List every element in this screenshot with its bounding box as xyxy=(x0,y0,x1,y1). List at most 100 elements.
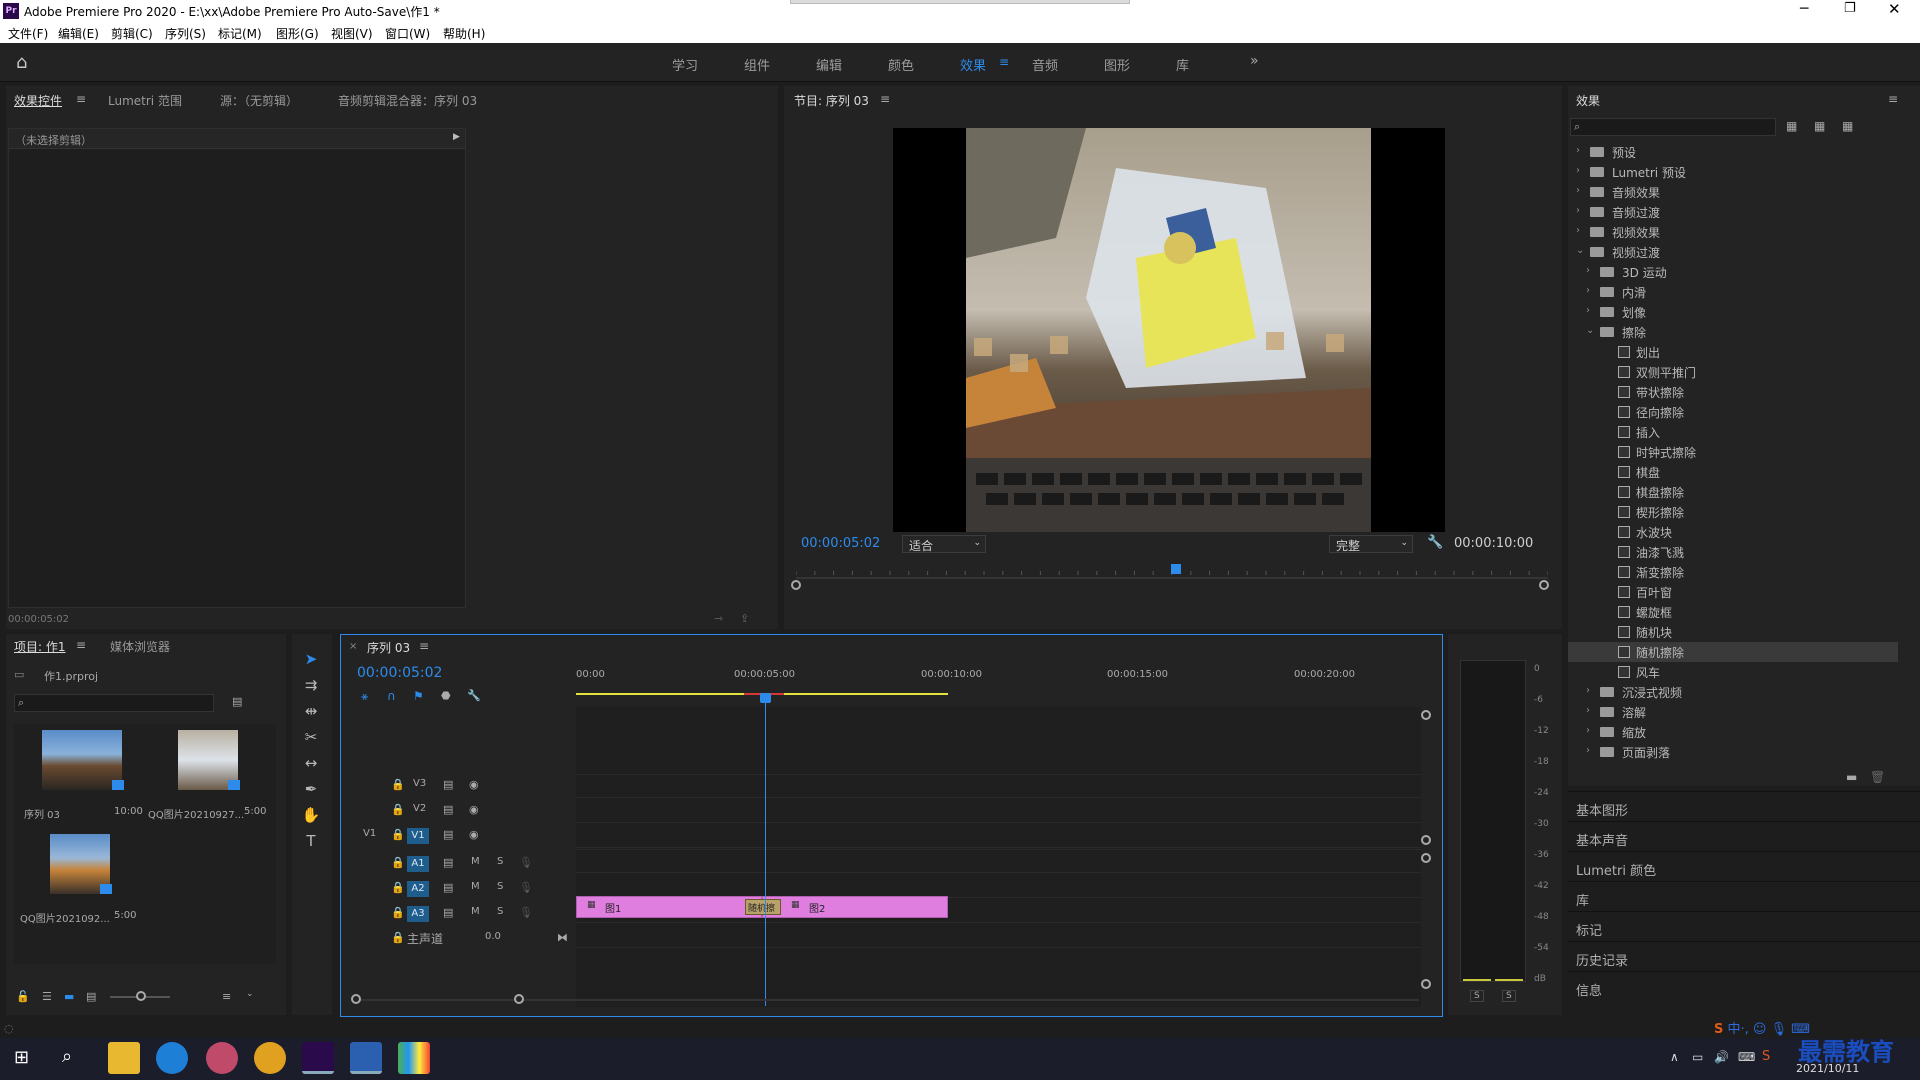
menu-file[interactable]: 文件(F) xyxy=(8,25,48,42)
chevron-right-icon[interactable]: › xyxy=(1586,685,1590,696)
expand-arrow-icon[interactable]: ▶ xyxy=(453,132,460,142)
menu-marker[interactable]: 标记(M) xyxy=(218,25,262,42)
clip-2[interactable]: ▦ 图2 xyxy=(762,896,948,918)
effect-item[interactable]: 径向擦除 xyxy=(1568,402,1898,422)
effect-item[interactable]: 螺旋框 xyxy=(1568,602,1898,622)
tab-lumetri-scopes[interactable]: Lumetri 范围 xyxy=(108,92,182,109)
effect-item[interactable]: 划出 xyxy=(1568,342,1898,362)
chevron-down-icon[interactable]: ⌄ xyxy=(1576,245,1584,256)
chevron-right-icon[interactable]: › xyxy=(1576,205,1580,216)
timeline-menu-icon[interactable]: ≡ xyxy=(419,639,429,653)
lane-v1[interactable] xyxy=(576,824,1421,848)
colorful-app-icon[interactable] xyxy=(398,1042,430,1074)
workspace-audio[interactable]: 音频 xyxy=(1032,55,1058,74)
workspace-graphics[interactable]: 图形 xyxy=(1104,55,1130,74)
go-to-end-icon[interactable]: ⧓ xyxy=(557,931,568,944)
zoom-handle-right[interactable] xyxy=(1539,580,1549,590)
sync-icon[interactable]: ▤ xyxy=(443,856,453,869)
lane-a1[interactable] xyxy=(576,849,1421,873)
close-tab-icon[interactable]: × xyxy=(349,641,357,652)
panel-menu-icon[interactable]: ≡ xyxy=(76,92,86,106)
effects-menu-icon[interactable]: ≡ xyxy=(1888,92,1898,106)
track-target-v1[interactable]: V1 xyxy=(407,828,429,844)
ime-lang-icon[interactable]: 中·, xyxy=(1728,1022,1749,1037)
effect-folder[interactable]: › 页面剥落 xyxy=(1568,742,1898,762)
search-icon[interactable]: ⌕ xyxy=(62,1046,72,1067)
filter-icon[interactable]: ⇾ xyxy=(714,612,723,625)
effect-folder[interactable]: › 溶解 xyxy=(1568,702,1898,722)
solo-button[interactable]: S xyxy=(497,881,503,892)
chevron-right-icon[interactable]: › xyxy=(1586,725,1590,736)
effect-folder[interactable]: › 音频效果 xyxy=(1568,182,1898,202)
lock-icon[interactable]: 🔒 xyxy=(391,906,405,919)
sync-icon[interactable]: ▤ xyxy=(443,828,453,841)
menu-help[interactable]: 帮助(H) xyxy=(443,25,485,42)
snap-icon[interactable]: ∩ xyxy=(387,689,396,703)
source-patch-label[interactable]: V1 xyxy=(363,828,376,839)
chevron-right-icon[interactable]: › xyxy=(1576,185,1580,196)
maximize-icon[interactable]: ❐ xyxy=(1844,1,1856,16)
sync-icon[interactable]: ▤ xyxy=(443,881,453,894)
chevron-right-icon[interactable]: › xyxy=(1586,305,1590,316)
menu-edit[interactable]: 编辑(E) xyxy=(58,25,99,42)
effect-folder[interactable]: › 预设 xyxy=(1568,142,1898,162)
sync-icon[interactable]: ▤ xyxy=(443,778,453,791)
panel-essential-graphics[interactable]: 基本图形 xyxy=(1568,791,1920,821)
lock-icon[interactable]: 🔒 xyxy=(391,881,405,894)
effect-item[interactable]: 双侧平推门 xyxy=(1568,362,1898,382)
panel-essential-sound[interactable]: 基本声音 xyxy=(1568,821,1920,851)
lock-icon[interactable]: 🔒 xyxy=(391,803,405,816)
solo-right-button[interactable]: S xyxy=(1502,990,1516,1002)
effect-folder[interactable]: › 内滑 xyxy=(1568,282,1898,302)
premiere-taskbar-icon[interactable] xyxy=(302,1042,334,1074)
lock-icon[interactable]: 🔒 xyxy=(391,778,405,791)
effect-item[interactable]: 时钟式擦除 xyxy=(1568,442,1898,462)
effect-folder[interactable]: › Lumetri 预设 xyxy=(1568,162,1898,182)
solo-left-button[interactable]: S xyxy=(1470,990,1484,1002)
effect-item[interactable]: 随机块 xyxy=(1568,622,1898,642)
fit-dropdown[interactable]: 适合 ⌄ xyxy=(902,535,986,553)
chevron-right-icon[interactable]: › xyxy=(1586,265,1590,276)
tab-source[interactable]: 源：（无剪辑） xyxy=(220,92,298,109)
close-icon[interactable]: ✕ xyxy=(1888,0,1901,18)
sync-icon[interactable]: ▤ xyxy=(443,803,453,816)
freeform-view-icon[interactable]: ▤ xyxy=(86,990,96,1003)
ripple-edit-tool-icon[interactable]: ⇹ xyxy=(300,702,322,724)
lock-icon[interactable]: 🔒 xyxy=(391,931,405,944)
h-scroll-handle-left[interactable] xyxy=(351,994,361,1004)
project-menu-icon[interactable]: ≡ xyxy=(76,638,86,652)
effect-item[interactable]: 风车 xyxy=(1568,662,1898,682)
playhead-line[interactable] xyxy=(765,701,766,1006)
chevron-right-icon[interactable]: › xyxy=(1576,165,1580,176)
mute-button[interactable]: M xyxy=(471,906,480,917)
workspace-menu-icon[interactable]: ≡ xyxy=(999,55,1009,69)
sync-icon[interactable]: ▤ xyxy=(443,906,453,919)
track-target-a2[interactable]: A2 xyxy=(407,881,429,897)
settings-wrench-icon[interactable]: 🔧 xyxy=(467,689,481,702)
sogou-tray-icon[interactable]: S xyxy=(1762,1049,1770,1064)
effects-search-input[interactable]: ⌕ xyxy=(1570,118,1776,136)
workspace-assembly[interactable]: 组件 xyxy=(744,55,770,74)
effect-folder[interactable]: ⌄ 视频过渡 xyxy=(1568,242,1898,262)
microphone-icon[interactable]: 🎙 xyxy=(519,881,533,894)
project-item-image1[interactable]: QQ图片20210927... 5:00 xyxy=(146,728,274,826)
transition[interactable]: 随机擦 xyxy=(745,899,781,915)
v-scroll-handle-top[interactable] xyxy=(1421,710,1431,720)
effect-item[interactable]: 油漆飞溅 xyxy=(1568,542,1898,562)
h-scrollbar[interactable] xyxy=(353,999,1419,1001)
effect-item[interactable]: 棋盘擦除 xyxy=(1568,482,1898,502)
lane-a2[interactable] xyxy=(576,874,1421,898)
nest-icon[interactable]: ⚹ xyxy=(361,689,368,704)
effect-folder[interactable]: › 音频过渡 xyxy=(1568,202,1898,222)
home-icon[interactable]: ⌂ xyxy=(16,52,27,73)
lane-master[interactable] xyxy=(576,924,1421,948)
tab-project[interactable]: 项目: 作1 xyxy=(14,638,66,655)
more-workspaces-icon[interactable]: » xyxy=(1250,53,1259,69)
menu-clip[interactable]: 剪辑(C) xyxy=(111,25,153,42)
sort-icon[interactable]: ≡ xyxy=(222,990,231,1003)
lane-v3[interactable] xyxy=(576,774,1421,798)
selection-tool-icon[interactable]: ➤ xyxy=(300,650,322,672)
menu-sequence[interactable]: 序列(S) xyxy=(165,25,206,42)
effect-item[interactable]: 带状擦除 xyxy=(1568,382,1898,402)
playhead-handle[interactable] xyxy=(760,693,771,703)
